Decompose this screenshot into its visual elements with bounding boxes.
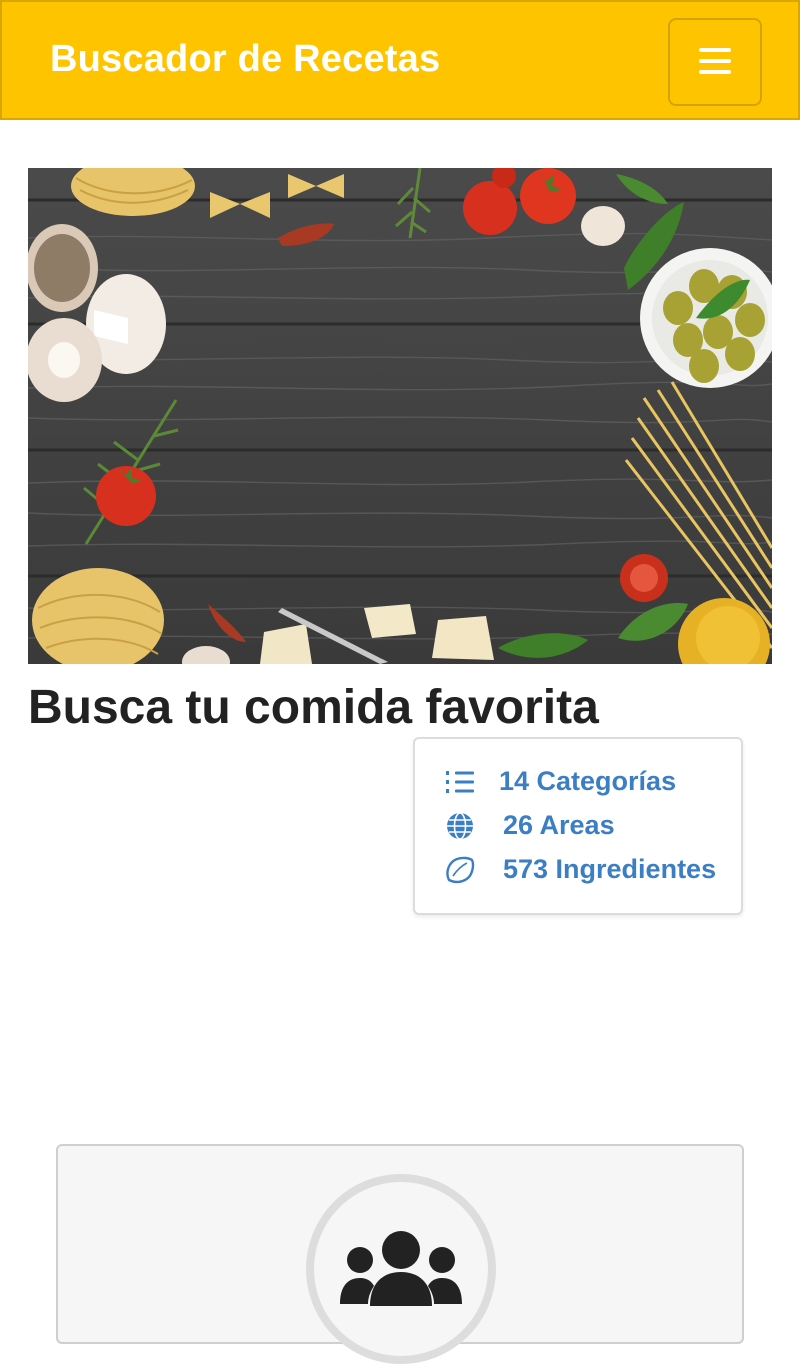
users-group-icon <box>340 1230 462 1311</box>
areas-link[interactable]: 26 Areas <box>445 810 615 841</box>
menu-toggle-button[interactable] <box>668 18 762 106</box>
hamburger-menu-icon <box>698 47 732 78</box>
page-title: Busca tu comida favorita <box>28 681 599 734</box>
hero-image <box>28 168 772 664</box>
navbar: Buscador de Recetas <box>0 0 800 120</box>
categories-label: 14 Categorías <box>499 766 677 796</box>
globe-icon <box>445 811 475 841</box>
categories-link[interactable]: 14 Categorías <box>445 766 676 797</box>
navbar-brand[interactable]: Buscador de Recetas <box>50 38 440 81</box>
icon-circle <box>306 1174 496 1364</box>
numbered-list-icon <box>445 767 475 797</box>
ingredients-link[interactable]: 573 Ingredientes <box>445 854 716 885</box>
stats-card: 14 Categorías 26 Areas 573 Ingredientes <box>413 737 743 915</box>
areas-label: 26 Areas <box>503 810 615 840</box>
info-card <box>56 1144 744 1364</box>
ingredients-label: 573 Ingredientes <box>503 854 717 884</box>
lemon-icon <box>445 855 475 885</box>
